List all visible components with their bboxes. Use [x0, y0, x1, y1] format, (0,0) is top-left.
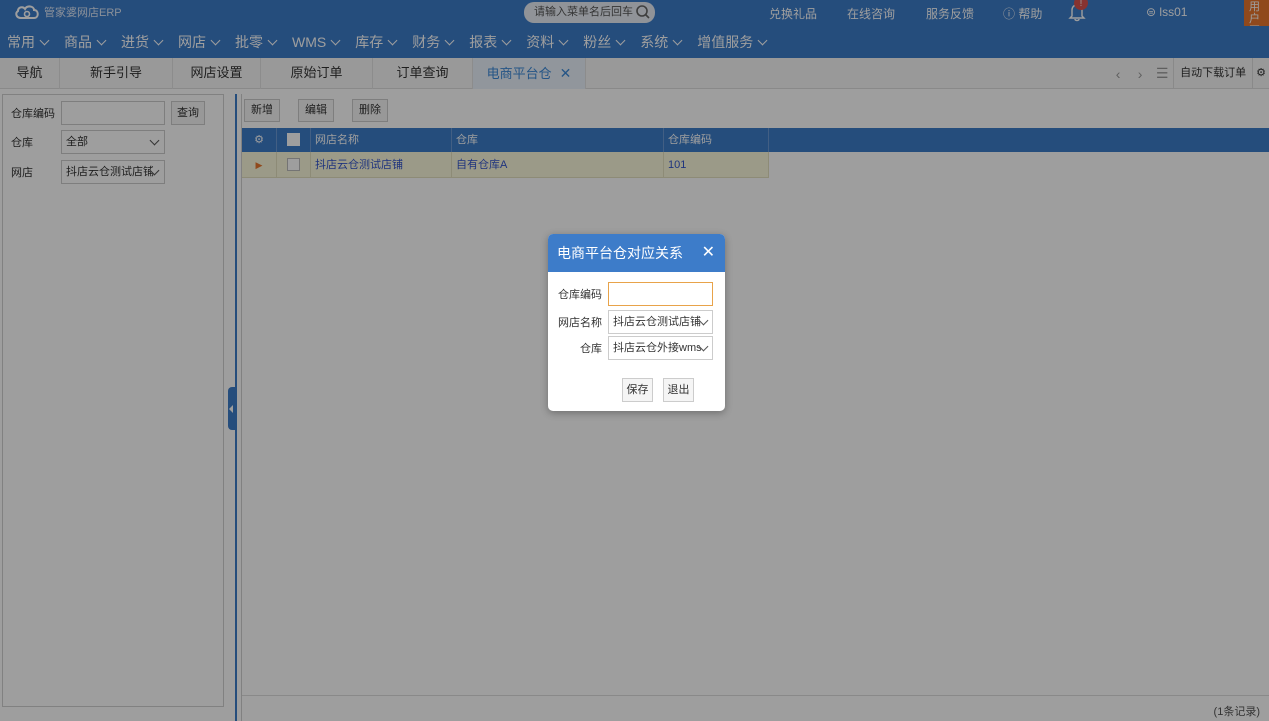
dialog-code-label: 仓库编码 — [558, 289, 602, 301]
close-icon[interactable]: ✕ — [702, 234, 715, 272]
warehouse-mapping-dialog: 电商平台仓对应关系 ✕ 仓库编码 网店名称 抖店云仓测试店铺 仓库 抖店云仓外接… — [548, 234, 725, 411]
dialog-warehouse-label: 仓库 — [580, 343, 602, 355]
save-button[interactable]: 保存 — [622, 378, 653, 402]
exit-button[interactable]: 退出 — [663, 378, 694, 402]
dialog-header: 电商平台仓对应关系 ✕ — [548, 234, 725, 272]
dialog-warehouse-select[interactable]: 抖店云仓外接wms — [608, 336, 713, 360]
dialog-code-input[interactable] — [608, 282, 713, 306]
dialog-title: 电商平台仓对应关系 — [557, 245, 683, 261]
dialog-shop-label: 网店名称 — [558, 317, 602, 329]
dialog-shop-select[interactable]: 抖店云仓测试店铺 — [608, 310, 713, 334]
